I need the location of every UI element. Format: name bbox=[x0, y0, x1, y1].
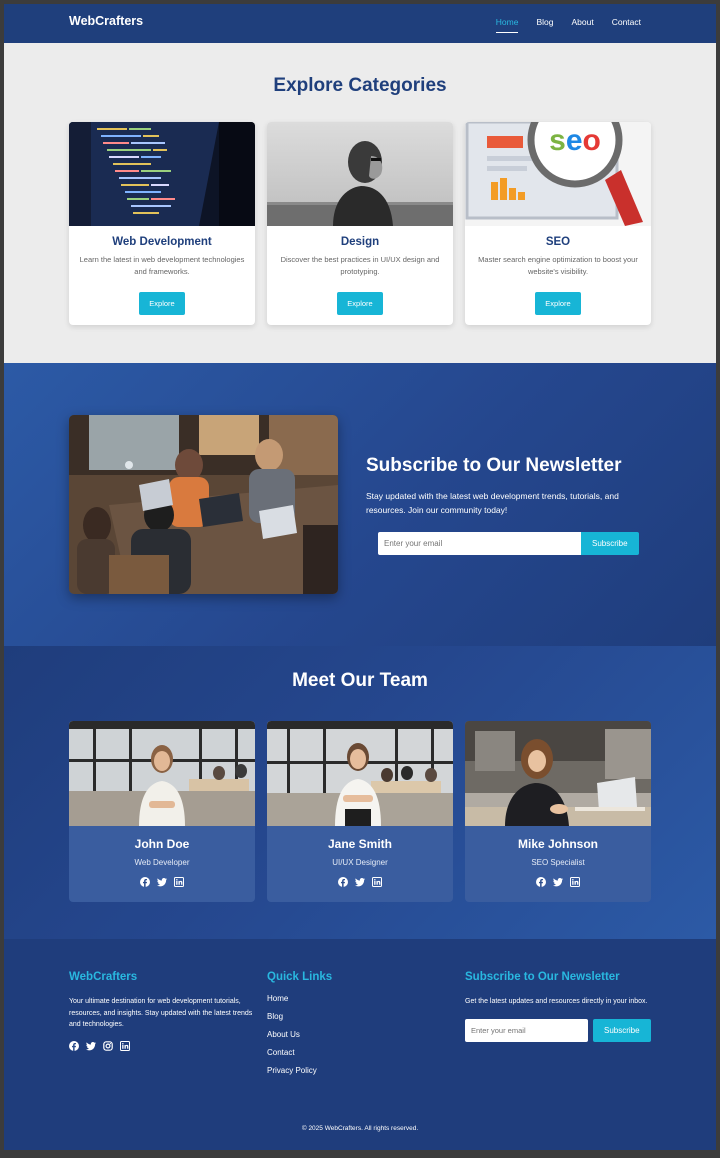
copyright: © 2025 WebCrafters. All rights reserved. bbox=[301, 1125, 419, 1132]
team-member-card: John Doe Web Developer bbox=[69, 721, 255, 902]
member-name: Jane Smith bbox=[327, 837, 393, 851]
page-frame: WebCrafters Home Blog About Contact Expl… bbox=[4, 4, 716, 1150]
twitter-icon[interactable] bbox=[355, 877, 365, 887]
facebook-icon[interactable] bbox=[140, 877, 150, 887]
footer-newsletter-text: Get the latest updates and resources dir… bbox=[465, 998, 648, 1005]
category-title: Design bbox=[340, 236, 380, 248]
linkedin-icon[interactable] bbox=[174, 877, 184, 887]
member-socials bbox=[267, 877, 453, 887]
footer-links-list: Home Blog About Us Contact Privacy Polic… bbox=[267, 994, 447, 1084]
category-card-design: Design Discover the best practices in UI… bbox=[267, 122, 453, 325]
newsletter-email-input[interactable] bbox=[378, 532, 581, 555]
member-photo bbox=[267, 721, 453, 826]
team-member-card: Mike Johnson SEO Specialist bbox=[465, 721, 651, 902]
categories-section: Explore Categories Web Development Learn… bbox=[4, 43, 716, 363]
code-screen-image bbox=[69, 122, 255, 226]
member-role: Web Developer bbox=[134, 858, 190, 867]
team-member-card: Jane Smith UI/UX Designer bbox=[267, 721, 453, 902]
brand-logo[interactable]: WebCrafters bbox=[69, 14, 143, 28]
footer-email-input[interactable] bbox=[465, 1018, 588, 1042]
footer-quick-links: Quick Links Home Blog About Us Contact P… bbox=[267, 971, 447, 1084]
facebook-icon[interactable] bbox=[338, 877, 348, 887]
member-photo bbox=[69, 721, 255, 826]
footer-link-about[interactable]: About Us bbox=[267, 1030, 447, 1048]
explore-button[interactable]: Explore bbox=[337, 292, 383, 315]
linkedin-icon[interactable] bbox=[570, 877, 580, 887]
team-meeting-image bbox=[69, 415, 338, 594]
nav-link-contact[interactable]: Contact bbox=[612, 17, 641, 33]
person-photo-image bbox=[267, 122, 453, 226]
nav-link-home[interactable]: Home bbox=[495, 17, 519, 33]
footer-link-privacy[interactable]: Privacy Policy bbox=[267, 1066, 447, 1084]
footer-socials bbox=[69, 1041, 257, 1051]
category-desc: Master search engine optimization to boo… bbox=[478, 255, 638, 276]
categories-title: Explore Categories bbox=[273, 75, 447, 96]
explore-button[interactable]: Explore bbox=[139, 292, 185, 315]
twitter-icon[interactable] bbox=[553, 877, 563, 887]
explore-button[interactable]: Explore bbox=[535, 292, 581, 315]
category-title: Web Development bbox=[112, 236, 212, 248]
nav-link-blog[interactable]: Blog bbox=[536, 17, 553, 33]
footer-newsletter-form: Subscribe bbox=[465, 1018, 655, 1042]
member-photo bbox=[465, 721, 651, 826]
facebook-icon[interactable] bbox=[536, 877, 546, 887]
member-role: SEO Specialist bbox=[531, 858, 585, 867]
newsletter-form: Subscribe bbox=[378, 532, 639, 555]
team-section: Meet Our Team John Doe Web Developer Jan… bbox=[4, 646, 716, 939]
footer: WebCrafters Your ultimate destination fo… bbox=[4, 939, 716, 1150]
footer-newsletter-title: Subscribe to Our Newsletter bbox=[465, 971, 620, 983]
footer-link-contact[interactable]: Contact bbox=[267, 1048, 447, 1066]
member-socials bbox=[465, 877, 651, 887]
facebook-icon[interactable] bbox=[69, 1041, 79, 1051]
newsletter-title: Subscribe to Our Newsletter bbox=[366, 455, 622, 476]
member-role: UI/UX Designer bbox=[332, 858, 388, 867]
newsletter-section: Subscribe to Our Newsletter Stay updated… bbox=[4, 363, 716, 646]
category-card-web-development: Web Development Learn the latest in web … bbox=[69, 122, 255, 325]
newsletter-description: Stay updated with the latest web develop… bbox=[366, 491, 619, 515]
twitter-icon[interactable] bbox=[157, 877, 167, 887]
category-desc: Learn the latest in web development tech… bbox=[79, 255, 245, 276]
nav-link-about[interactable]: About bbox=[571, 17, 593, 33]
seo-magnifier-image: seo bbox=[465, 122, 651, 226]
footer-subscribe-button[interactable]: Subscribe bbox=[593, 1018, 651, 1042]
twitter-icon[interactable] bbox=[86, 1041, 96, 1051]
footer-about: WebCrafters Your ultimate destination fo… bbox=[69, 971, 257, 1051]
footer-link-blog[interactable]: Blog bbox=[267, 1012, 447, 1030]
nav-links: Home Blog About Contact bbox=[495, 17, 641, 33]
newsletter-subscribe-button[interactable]: Subscribe bbox=[581, 532, 639, 555]
category-desc: Discover the best practices in UI/UX des… bbox=[280, 255, 440, 276]
member-name: Mike Johnson bbox=[517, 837, 598, 851]
footer-newsletter: Subscribe to Our Newsletter Get the late… bbox=[465, 971, 655, 1042]
linkedin-icon[interactable] bbox=[372, 877, 382, 887]
footer-about-text: Your ultimate destination for web develo… bbox=[69, 998, 253, 1028]
seo-logo-text: seo bbox=[549, 124, 601, 157]
team-title: Meet Our Team bbox=[292, 670, 428, 691]
category-title: SEO bbox=[545, 236, 571, 248]
footer-about-title: WebCrafters bbox=[69, 971, 138, 983]
category-card-seo: seo SEO Master search engine optimizatio… bbox=[465, 122, 651, 325]
member-name: John Doe bbox=[134, 837, 190, 851]
member-socials bbox=[69, 877, 255, 887]
navbar: WebCrafters Home Blog About Contact bbox=[4, 4, 716, 43]
instagram-icon[interactable] bbox=[103, 1041, 113, 1051]
footer-links-title: Quick Links bbox=[267, 971, 333, 983]
linkedin-icon[interactable] bbox=[120, 1041, 130, 1051]
footer-link-home[interactable]: Home bbox=[267, 994, 447, 1012]
